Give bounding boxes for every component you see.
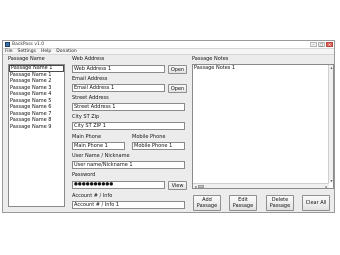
close-icon[interactable]: × <box>326 42 333 47</box>
user-name-label: User Name / Nickname <box>72 153 130 159</box>
add-passage-label-line2: Passage <box>196 203 218 209</box>
menu-help[interactable]: Help <box>41 49 51 54</box>
street-address-field[interactable]: Street Address 1 <box>72 103 185 111</box>
password-field[interactable]: ●●●●●●●●●● <box>72 181 165 189</box>
notes-horizontal-scrollbar[interactable]: ◂ ▸ <box>193 183 329 189</box>
user-name-field[interactable]: User name/Nickname 1 <box>72 161 185 169</box>
email-address-field[interactable]: Email Address 1 <box>72 84 165 92</box>
account-label: Account # / Info <box>72 193 113 199</box>
mobile-phone-field[interactable]: Mobile Phone 1 <box>132 142 185 150</box>
clear-all-button[interactable]: Clear All <box>302 195 330 211</box>
web-address-field[interactable]: Web Address 1 <box>72 65 165 73</box>
menu-file[interactable]: File <box>5 49 13 54</box>
email-address-label: Email Address <box>72 76 108 82</box>
city-st-zip-field[interactable]: City ST ZIP 1 <box>72 122 185 130</box>
city-st-zip-label: City ST Zip <box>72 114 100 120</box>
delete-passage-button[interactable]: Delete Passage <box>266 195 294 211</box>
notes-vertical-scrollbar[interactable]: ▴ ▾ <box>328 65 333 183</box>
password-label: Password <box>72 172 96 178</box>
account-field[interactable]: Account # / Info 1 <box>72 201 185 209</box>
edit-passage-button[interactable]: Edit Passage <box>229 195 257 211</box>
web-address-label: Web Address <box>72 56 105 62</box>
passage-notes-area[interactable]: Passage Notes 1 ▴ ▾ ◂ ▸ <box>192 64 334 189</box>
window-title: BackPass v1.0 <box>12 42 45 47</box>
scroll-down-icon[interactable]: ▾ <box>329 178 334 183</box>
menu-donation[interactable]: Donation <box>56 49 76 54</box>
app-window: BackPass v1.0 – □ × File Settings Help D… <box>2 40 335 213</box>
app-icon <box>5 42 10 47</box>
list-item[interactable]: Passage Name 9 <box>9 124 64 131</box>
open-email-button[interactable]: Open <box>168 84 187 93</box>
delete-passage-label-line2: Passage <box>269 203 291 209</box>
window-controls: – □ × <box>310 42 333 47</box>
mobile-phone-label: Mobile Phone <box>132 134 166 140</box>
open-web-button[interactable]: Open <box>168 65 187 74</box>
passage-notes-text: Passage Notes 1 <box>194 65 236 71</box>
scroll-up-icon[interactable]: ▴ <box>329 65 334 70</box>
view-password-button[interactable]: View <box>168 181 187 190</box>
passage-notes-header: Passage Notes <box>192 56 229 62</box>
maximize-icon[interactable]: □ <box>318 42 325 47</box>
main-phone-field[interactable]: Main Phone 1 <box>72 142 125 150</box>
street-address-label: Street Address <box>72 95 109 101</box>
scroll-thumb[interactable] <box>198 185 204 188</box>
passage-name-header: Passage Name <box>8 56 45 62</box>
title-bar: BackPass v1.0 – □ × <box>3 41 334 49</box>
edit-passage-label-line2: Passage <box>232 203 254 209</box>
menu-settings[interactable]: Settings <box>18 49 36 54</box>
passage-list[interactable]: Passage Name 1 Passage Name 1 Passage Na… <box>8 64 65 207</box>
add-passage-button[interactable]: Add Passage <box>193 195 221 211</box>
main-phone-label: Main Phone <box>72 134 102 140</box>
minimize-icon[interactable]: – <box>310 42 317 47</box>
menu-bar: File Settings Help Donation <box>3 49 334 55</box>
scroll-right-icon[interactable]: ▸ <box>324 184 329 189</box>
